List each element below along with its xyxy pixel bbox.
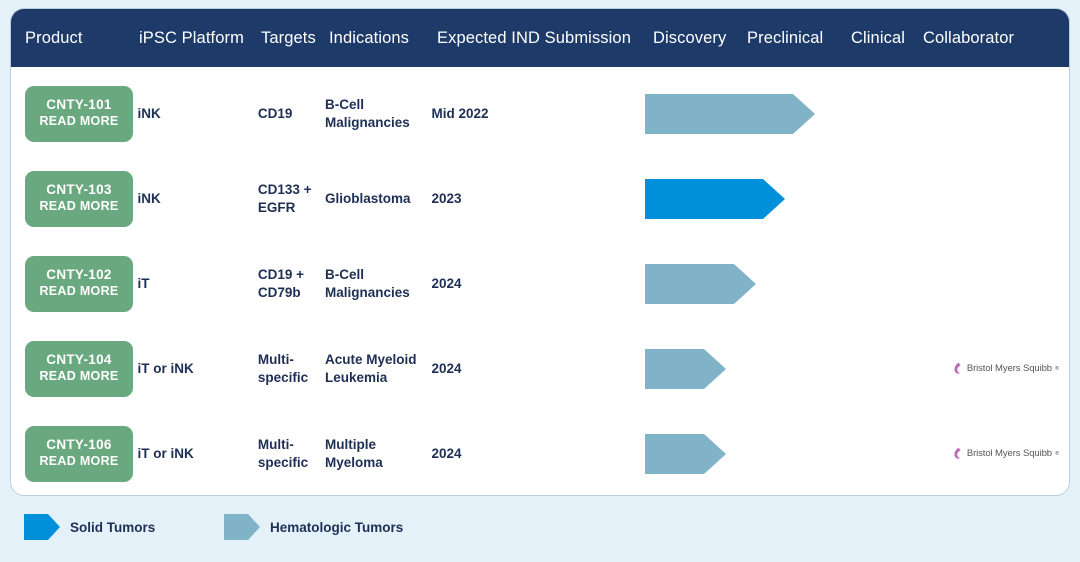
product-cta: READ MORE (39, 284, 119, 299)
solid-tumors-swatch-icon (24, 514, 60, 540)
arrow-swatch-icon (224, 514, 260, 540)
product-read-more-button[interactable]: CNTY-103 READ MORE (25, 170, 133, 227)
progress-track (644, 326, 941, 411)
progress-arrow-icon (644, 93, 815, 134)
product-code: CNTY-101 (46, 97, 112, 113)
progress-arrow (644, 348, 726, 389)
cell-targets: CD19 (257, 105, 293, 121)
progress-arrow (644, 263, 756, 304)
legend: Solid Tumors Hematologic Tumors (10, 496, 1070, 558)
collaborator-logo: Bristol Myers Squibb ® (953, 362, 1059, 375)
progress-arrow (644, 93, 815, 134)
legend-item-hematologic-tumors: Hematologic Tumors (224, 514, 403, 540)
cell-indications: Multiple Myeloma (324, 437, 383, 470)
progress-track (644, 241, 941, 326)
progress-arrow (644, 433, 726, 474)
cell-expected-ind: Mid 2022 (431, 105, 489, 121)
product-cell: CNTY-106 READ MORE (11, 425, 137, 482)
column-header-preclinical: Preclinical (747, 28, 824, 47)
pipeline-page: Product iPSC Platform Targets Indication… (0, 0, 1080, 562)
product-cell: CNTY-103 READ MORE (11, 170, 137, 227)
progress-arrow (644, 178, 785, 219)
product-read-more-button[interactable]: CNTY-104 READ MORE (25, 340, 133, 397)
cell-targets: CD19 + CD79b (257, 267, 305, 300)
column-header-platform: iPSC Platform (139, 28, 244, 47)
product-code: CNTY-104 (46, 352, 112, 368)
product-code: CNTY-103 (46, 182, 112, 198)
collaborator-logo: Bristol Myers Squibb ® (953, 447, 1059, 460)
cell-platform: iT or iNK (137, 445, 194, 461)
table-row: CNTY-103 READ MORE iNK CD133 + EGFR Glio… (11, 156, 1069, 241)
product-cell: CNTY-104 READ MORE (11, 340, 137, 397)
table-row: CNTY-102 READ MORE iT CD19 + CD79b B-Cel… (11, 241, 1069, 326)
column-header-targets: Targets (261, 28, 316, 47)
column-header-expected-ind: Expected IND Submission (437, 28, 631, 47)
collaborator-name: Bristol Myers Squibb (966, 363, 1052, 374)
product-read-more-button[interactable]: CNTY-101 READ MORE (25, 85, 133, 142)
bristol-myers-squibb-mark-icon (954, 362, 961, 374)
table-row: CNTY-106 READ MORE iT or iNK Multi-speci… (11, 411, 1069, 495)
column-header-clinical: Clinical (851, 28, 905, 47)
legend-label-solid-tumors: Solid Tumors (70, 519, 156, 535)
column-header-discovery: Discovery (653, 28, 727, 47)
product-read-more-button[interactable]: CNTY-106 READ MORE (25, 425, 133, 482)
registered-mark-icon: ® (1054, 450, 1060, 457)
cell-platform: iT or iNK (137, 360, 194, 376)
cell-targets: CD133 + EGFR (257, 182, 312, 215)
product-cta: READ MORE (39, 199, 119, 214)
table-row: CNTY-104 READ MORE iT or iNK Multi-speci… (11, 326, 1069, 411)
cell-expected-ind: 2024 (431, 275, 462, 291)
registered-mark-icon: ® (1054, 365, 1060, 372)
cell-expected-ind: 2024 (431, 445, 462, 461)
cell-indications: Acute Myeloid Leukemia (324, 352, 417, 385)
progress-arrow-icon (644, 178, 785, 219)
product-cta: READ MORE (39, 114, 119, 129)
progress-track (644, 411, 941, 495)
product-code: CNTY-106 (46, 437, 112, 453)
pipeline-card: Product iPSC Platform Targets Indication… (10, 8, 1070, 496)
progress-arrow-icon (644, 263, 756, 304)
cell-targets: Multi-specific (257, 352, 309, 385)
bristol-myers-squibb-mark-icon (954, 447, 961, 459)
table-header: Product iPSC Platform Targets Indication… (11, 9, 1069, 67)
cell-expected-ind: 2024 (431, 360, 462, 376)
collaborator-name: Bristol Myers Squibb (966, 448, 1052, 459)
column-header-collaborator: Collaborator (923, 28, 1015, 47)
cell-indications: B-Cell Malignancies (324, 97, 410, 130)
arrow-swatch-icon (24, 514, 60, 540)
table-body: CNTY-101 READ MORE iNK CD19 B-Cell Malig… (11, 67, 1069, 495)
cell-indications: B-Cell Malignancies (324, 267, 410, 300)
table-row: CNTY-101 READ MORE iNK CD19 B-Cell Malig… (11, 71, 1069, 156)
progress-track (644, 71, 941, 156)
product-code: CNTY-102 (46, 267, 112, 283)
progress-arrow-icon (644, 348, 726, 389)
cell-platform: iT (137, 275, 150, 291)
product-cell: CNTY-102 READ MORE (11, 255, 137, 312)
cell-platform: iNK (137, 190, 161, 206)
legend-label-hematologic-tumors: Hematologic Tumors (270, 519, 404, 535)
cell-collaborator: Bristol Myers Squibb ® (941, 362, 1069, 375)
progress-track (644, 156, 941, 241)
product-cta: READ MORE (39, 369, 119, 384)
progress-arrow-icon (644, 433, 726, 474)
column-header-product: Product (25, 28, 83, 47)
product-read-more-button[interactable]: CNTY-102 READ MORE (25, 255, 133, 312)
cell-targets: Multi-specific (257, 437, 309, 470)
product-cta: READ MORE (39, 454, 119, 469)
cell-platform: iNK (137, 105, 161, 121)
legend-item-solid-tumors: Solid Tumors (24, 514, 224, 540)
product-cell: CNTY-101 READ MORE (11, 85, 137, 142)
hematologic-tumors-swatch-icon (224, 514, 260, 540)
column-header-indications: Indications (329, 28, 409, 47)
cell-indications: Glioblastoma (324, 190, 411, 206)
cell-collaborator: Bristol Myers Squibb ® (941, 447, 1069, 460)
cell-expected-ind: 2023 (431, 190, 462, 206)
